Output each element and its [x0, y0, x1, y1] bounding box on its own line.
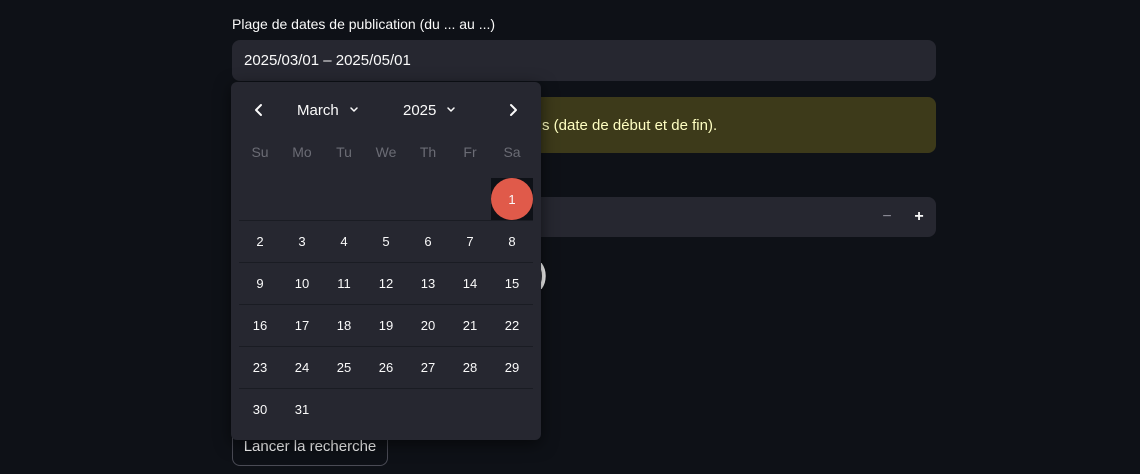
next-month-button[interactable]	[499, 96, 527, 124]
calendar-day[interactable]: 5	[365, 220, 407, 262]
calendar-day[interactable]: 26	[365, 346, 407, 388]
calendar-day[interactable]: 9	[239, 262, 281, 304]
previous-month-button[interactable]	[245, 96, 273, 124]
month-select[interactable]: March	[297, 96, 373, 124]
calendar-empty-cell	[239, 178, 281, 220]
calendar-empty-cell	[449, 388, 491, 430]
date-picker-popover: March 2025 Su Mo Tu We Th Fr Sa 12345678…	[231, 82, 541, 440]
calendar-day[interactable]: 23	[239, 346, 281, 388]
calendar-day[interactable]: 17	[281, 304, 323, 346]
calendar-day[interactable]: 7	[449, 220, 491, 262]
calendar-day[interactable]: 10	[281, 262, 323, 304]
calendar-day-label: 1	[491, 178, 533, 220]
calendar-day[interactable]: 6	[407, 220, 449, 262]
calendar-empty-cell	[491, 388, 533, 430]
calendar-empty-cell	[365, 388, 407, 430]
calendar-day-grid: 1 2 3 4 5 6 7 8 9 10 11 12 13 14 15 16 17 18 19 20 21 22 23 24 2…	[239, 178, 533, 430]
row-divider	[239, 304, 533, 305]
chevron-right-icon	[510, 104, 517, 116]
calendar-empty-cell	[323, 388, 365, 430]
calendar-day[interactable]: 29	[491, 346, 533, 388]
year-value: 2025	[403, 101, 437, 119]
calendar-empty-cell	[281, 178, 323, 220]
calendar-day[interactable]: 20	[407, 304, 449, 346]
increment-button[interactable]: +	[903, 197, 935, 237]
calendar-day[interactable]: 2	[239, 220, 281, 262]
weekday-label: Mo	[292, 144, 312, 160]
chevron-down-icon	[349, 107, 358, 112]
calendar-day[interactable]: 27	[407, 346, 449, 388]
date-range-label: Plage de dates de publication (du ... au…	[232, 16, 496, 32]
row-divider	[239, 220, 533, 221]
calendar-day[interactable]: 18	[323, 304, 365, 346]
weekday-label: Su	[251, 144, 269, 160]
weekday-label: Th	[419, 144, 437, 160]
calendar-empty-cell	[365, 178, 407, 220]
calendar-day[interactable]: 4	[323, 220, 365, 262]
calendar-day[interactable]: 19	[365, 304, 407, 346]
weekday-label: We	[375, 144, 397, 160]
calendar-day[interactable]: 15	[491, 262, 533, 304]
calendar-day[interactable]: 25	[323, 346, 365, 388]
calendar-day[interactable]: 21	[449, 304, 491, 346]
year-select[interactable]: 2025	[403, 96, 469, 124]
calendar-day[interactable]: 28	[449, 346, 491, 388]
calendar-day[interactable]: 30	[239, 388, 281, 430]
calendar-empty-cell	[407, 178, 449, 220]
calendar-empty-cell	[323, 178, 365, 220]
calendar-day[interactable]: 8	[491, 220, 533, 262]
calendar-day[interactable]: 13	[407, 262, 449, 304]
calendar-day[interactable]: 16	[239, 304, 281, 346]
calendar-header: March 2025	[231, 82, 541, 138]
calendar-day[interactable]: 3	[281, 220, 323, 262]
calendar-day-selected[interactable]: 1	[491, 178, 533, 220]
warning-text: s (date de début et de fin).	[542, 116, 718, 134]
date-range-input[interactable]: 2025/03/01 – 2025/05/01	[232, 40, 936, 81]
month-value: March	[297, 101, 339, 119]
weekday-label: Fr	[463, 144, 477, 160]
calendar-day[interactable]: 14	[449, 262, 491, 304]
row-divider	[239, 346, 533, 347]
calendar-empty-cell	[407, 388, 449, 430]
weekday-label: Sa	[503, 144, 521, 160]
row-divider	[239, 388, 533, 389]
decrement-button[interactable]: −	[871, 197, 903, 237]
calendar-day[interactable]: 12	[365, 262, 407, 304]
calendar-day[interactable]: 24	[281, 346, 323, 388]
calendar-empty-cell	[449, 178, 491, 220]
calendar-day[interactable]: 31	[281, 388, 323, 430]
chevron-left-icon	[255, 104, 262, 116]
chevron-down-icon	[447, 107, 456, 112]
row-divider	[239, 262, 533, 263]
weekday-header: Su Mo Tu We Th Fr Sa	[239, 144, 533, 170]
calendar-day[interactable]: 22	[491, 304, 533, 346]
calendar-day[interactable]: 11	[323, 262, 365, 304]
date-range-value: 2025/03/01 – 2025/05/01	[244, 52, 411, 69]
weekday-label: Tu	[336, 144, 352, 160]
